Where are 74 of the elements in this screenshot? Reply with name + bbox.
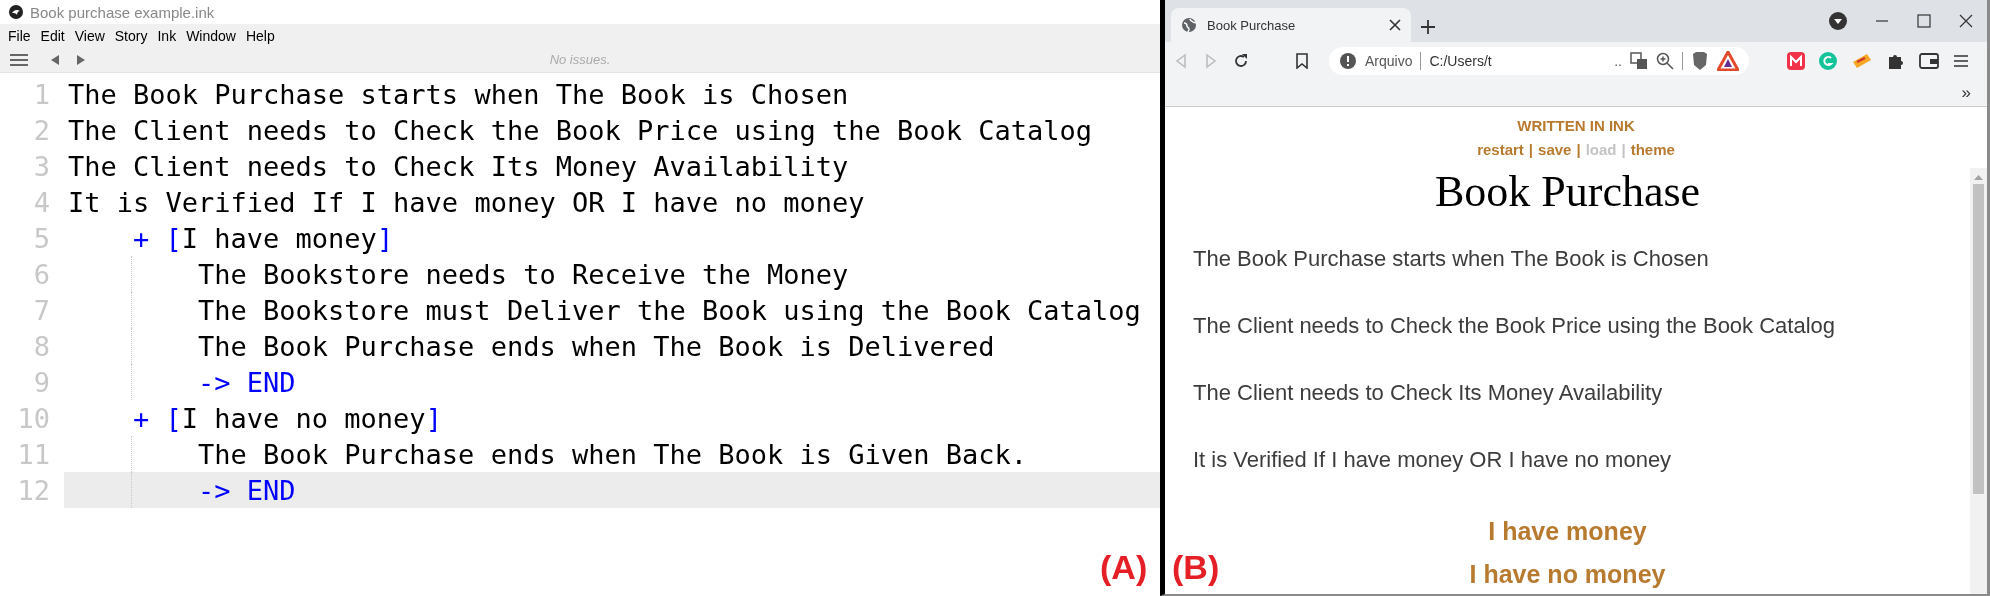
credit-text: WRITTEN IN INK: [1517, 117, 1635, 134]
divert-arrow: ->: [198, 366, 231, 398]
bracket: ]: [376, 222, 394, 254]
choice-marker: +: [133, 402, 150, 434]
url-text: C:/Users/t: [1429, 53, 1493, 69]
close-icon[interactable]: [1959, 14, 1973, 28]
story-paragraph: The Book Purchase starts when The Book is Chosen: [1192, 244, 1710, 273]
zoom-icon[interactable]: [1656, 52, 1674, 70]
code-text: It is Verified If I have money OR I have no money: [68, 186, 865, 218]
bracket: ]: [425, 402, 442, 434]
code-text: The Bookstore needs to Receive the Money: [198, 258, 849, 290]
menu-item[interactable]: Help: [241, 28, 281, 44]
scrollbar[interactable]: [1970, 168, 1987, 594]
url-ellipsis: ..: [1614, 53, 1622, 69]
browser-tab[interactable]: Book Purchase: [1171, 8, 1411, 42]
menu-item[interactable]: Story: [110, 28, 154, 44]
choice-link[interactable]: I have no money: [1469, 560, 1666, 589]
window-title: Book purchase example.ink: [30, 3, 215, 21]
choice-marker: +: [133, 222, 150, 254]
choice-text: I have money: [181, 222, 377, 254]
menu-item[interactable]: Ink: [153, 28, 183, 44]
code-text: The Client needs to Check Its Money Availability: [68, 150, 849, 182]
separator-text: |: [1576, 141, 1581, 158]
separator-text: |: [1528, 141, 1534, 158]
code-text: The Book Purchase starts when The Book is Chosen: [68, 78, 849, 110]
shield-icon[interactable]: [1691, 51, 1709, 71]
menu-icon[interactable]: [1953, 54, 1969, 68]
choice-text: I have no money: [181, 402, 426, 434]
translate-icon[interactable]: [1630, 52, 1648, 70]
annotation-label: (A): [1100, 548, 1148, 586]
more-bookmarks-button[interactable]: »: [1961, 83, 1971, 103]
triangle-icon[interactable]: [1717, 51, 1739, 71]
bracket: [: [165, 222, 182, 254]
code-text: The Client needs to Check the Book Price using the Book Catalog: [68, 114, 1093, 146]
close-icon[interactable]: [1389, 19, 1401, 31]
reload-icon[interactable]: [1233, 53, 1249, 69]
bracket: [: [165, 402, 182, 434]
url-scheme: Arquivo: [1365, 53, 1413, 69]
wallet-icon[interactable]: [1919, 53, 1939, 69]
forward-icon[interactable]: [76, 55, 86, 65]
globe-icon: [1181, 17, 1197, 33]
puzzle-icon[interactable]: [1887, 52, 1905, 70]
address-bar[interactable]: Arquivo C:/Users/t ..: [1329, 47, 1749, 75]
divert-target: END: [246, 474, 296, 506]
status-text: No issues.: [549, 52, 611, 67]
story-paragraph: It is Verified If I have money OR I have no money: [1192, 445, 1673, 474]
logo-icon: [8, 4, 24, 20]
menu-link[interactable]: restart: [1477, 141, 1524, 158]
annotation-label: (B): [1172, 548, 1220, 586]
menu-item[interactable]: File: [4, 28, 37, 44]
new-tab-icon[interactable]: [1421, 20, 1435, 34]
extension-icon[interactable]: [1787, 52, 1805, 70]
divert-target: END: [246, 366, 296, 398]
divert-arrow: ->: [198, 474, 231, 506]
maximize-icon[interactable]: [1917, 14, 1931, 28]
menu-icon[interactable]: [10, 53, 28, 67]
info-icon[interactable]: [1339, 52, 1357, 70]
story-title: Book Purchase: [1433, 166, 1702, 217]
code-text: The Book Purchase ends when The Book is Given Back.: [198, 438, 1028, 470]
story-paragraph: The Client needs to Check the Book Price using the Book Catalog: [1192, 311, 1837, 340]
menu-item[interactable]: Edit: [36, 28, 71, 44]
menu-item[interactable]: Window: [182, 28, 242, 44]
choice-link[interactable]: I have money: [1488, 517, 1647, 546]
menu-link[interactable]: save: [1538, 141, 1572, 158]
menu-link[interactable]: theme: [1630, 141, 1675, 158]
bookmark-icon[interactable]: [1295, 53, 1309, 69]
back-icon[interactable]: [50, 55, 60, 65]
code-text: The Book Purchase ends when The Book is Delivered: [198, 330, 995, 362]
menu-item[interactable]: View: [70, 28, 111, 44]
dropdown-icon[interactable]: [1829, 12, 1847, 30]
tag-icon[interactable]: [1851, 52, 1873, 70]
story-paragraph: The Client needs to Check Its Money Availability: [1192, 378, 1664, 407]
separator-text: |: [1621, 141, 1626, 158]
code-text: The Bookstore must Deliver the Book using the Book Catalog: [198, 294, 1141, 326]
